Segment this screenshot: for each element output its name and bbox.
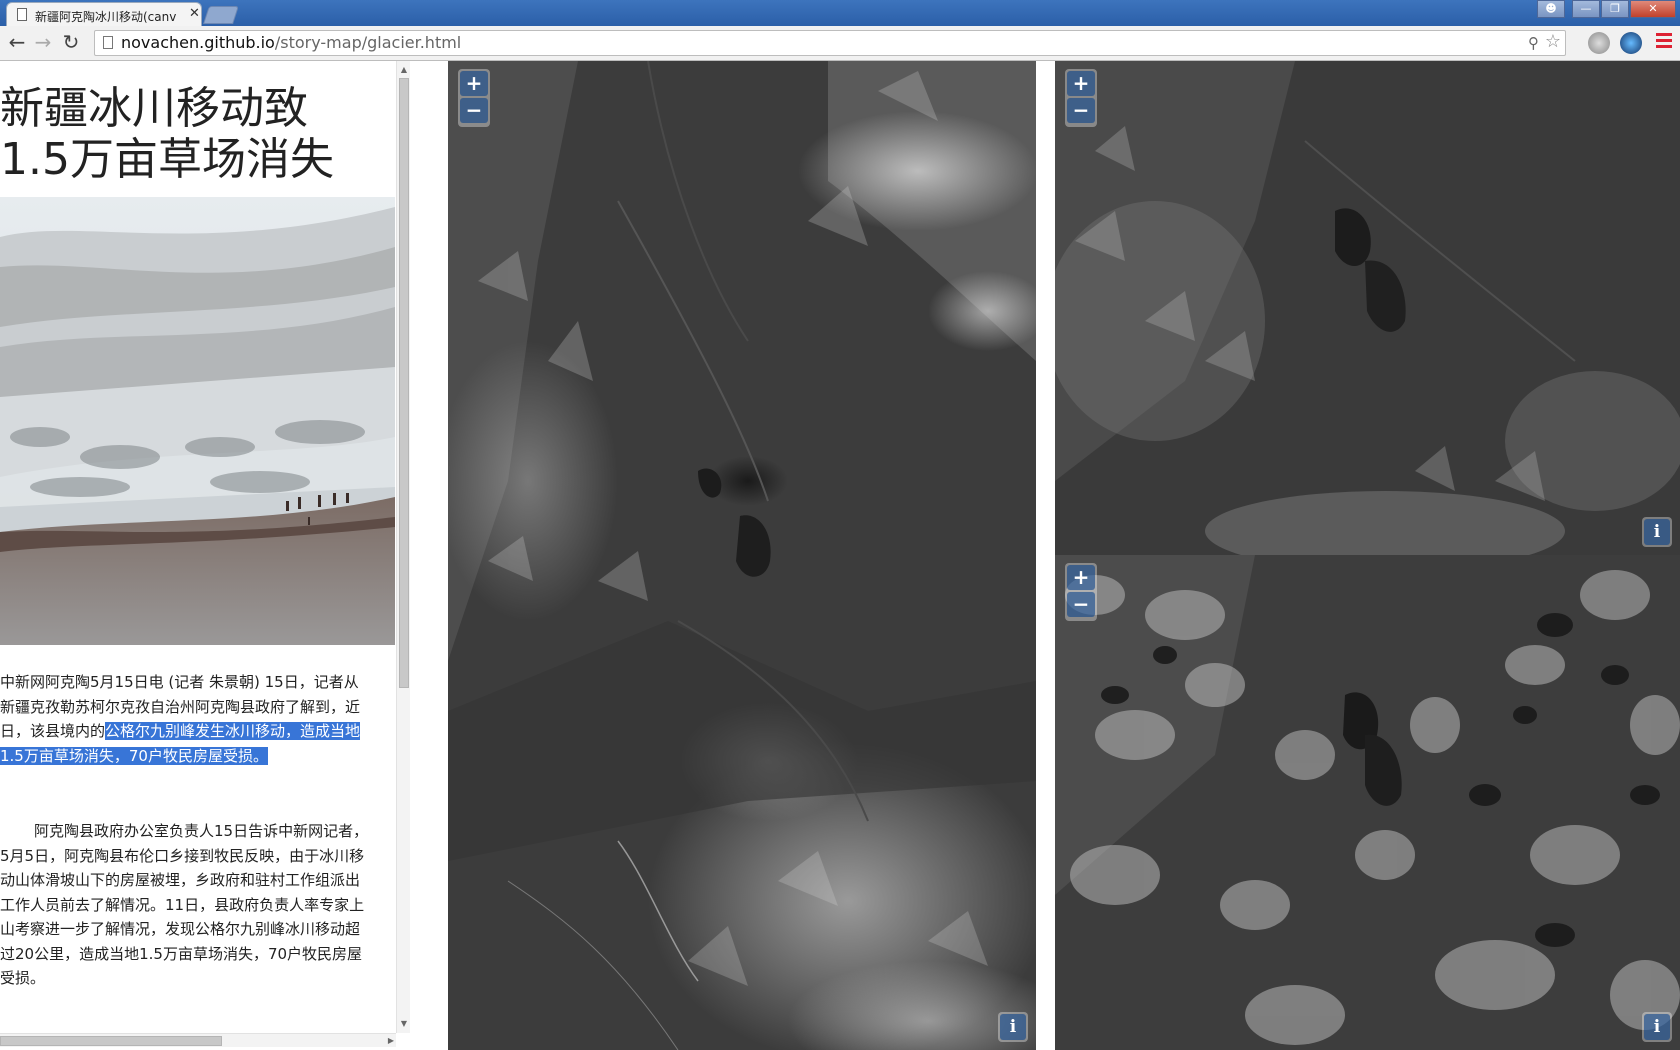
zoom-out-button[interactable]: − <box>460 98 488 123</box>
satellite-imagery <box>448 61 1036 1050</box>
zoom-control: + − <box>1065 69 1097 127</box>
satellite-imagery <box>1055 61 1680 555</box>
glacier-photo <box>0 197 395 645</box>
zoom-control: + − <box>458 69 490 127</box>
info-icon: i <box>1000 1014 1026 1040</box>
story-panel: 新疆冰川移动致 1.5万亩草场消失 中新网阿克陶5月15日电 (记者 朱景朝) … <box>0 61 396 1050</box>
story-paragraph-2: 阿克陶县政府办公室负责人15日告诉中新网记者，5月5日，阿克陶县布伦口乡接到牧民… <box>0 822 369 987</box>
forward-icon[interactable]: → <box>32 32 54 54</box>
scroll-up-icon[interactable]: ▲ <box>397 63 411 77</box>
bottom-right-satellite-map[interactable]: + − i <box>1055 555 1680 1050</box>
page-content: 新疆冰川移动致 1.5万亩草场消失 中新网阿克陶5月15日电 (记者 朱景朝) … <box>0 61 1680 1050</box>
top-right-satellite-map[interactable]: + − i <box>1055 61 1680 555</box>
zoom-icon[interactable]: ⚲ <box>1528 31 1539 55</box>
story-horizontal-scrollbar[interactable]: ▶ <box>0 1033 396 1047</box>
tab-title: 新疆阿克陶冰川移动(canv <box>35 10 177 24</box>
browser-toolbar: ← → ↻ novachen.github.io/story-map/glaci… <box>0 26 1680 61</box>
address-bar[interactable]: novachen.github.io/story-map/glacier.htm… <box>94 30 1566 56</box>
zoom-control: + − <box>1065 563 1097 621</box>
menu-icon[interactable] <box>1656 33 1672 53</box>
user-icon[interactable]: ☻ <box>1537 0 1565 18</box>
satellite-imagery <box>1055 555 1680 1050</box>
page-icon <box>17 8 27 21</box>
extension-earth-icon[interactable] <box>1620 32 1642 54</box>
zoom-out-button[interactable]: − <box>1067 592 1095 617</box>
info-icon: i <box>1644 1014 1670 1040</box>
zoom-in-button[interactable]: + <box>460 71 488 96</box>
extension-globe-icon[interactable] <box>1588 32 1610 54</box>
window-controls: ☻ — ❐ ✕ <box>1536 0 1676 20</box>
scrollbar-thumb[interactable] <box>399 78 409 688</box>
zoom-in-button[interactable]: + <box>1067 565 1095 590</box>
story-title-line1: 新疆冰川移动致 <box>0 83 308 134</box>
story-paragraph-1: 中新网阿克陶5月15日电 (记者 朱景朝) 15日，记者从新疆克孜勒苏柯尔克孜自… <box>0 670 372 768</box>
back-icon[interactable]: ← <box>6 32 28 54</box>
url-text: novachen.github.io/story-map/glacier.htm… <box>121 31 461 55</box>
close-icon[interactable]: ✕ <box>1630 0 1676 18</box>
main-satellite-map[interactable]: + − i <box>448 61 1036 1050</box>
url-path: /story-map/glacier.html <box>274 33 462 52</box>
info-icon: i <box>1644 519 1670 545</box>
reload-icon[interactable]: ↻ <box>60 32 82 54</box>
browser-tab[interactable]: 新疆阿克陶冰川移动(canv ✕ <box>6 2 202 26</box>
url-host: novachen.github.io <box>121 33 275 52</box>
browser-titlebar: 新疆阿克陶冰川移动(canv ✕ ☻ — ❐ ✕ <box>0 0 1680 26</box>
story-vertical-scrollbar[interactable]: ▲ ▼ <box>396 61 410 1033</box>
new-tab-button[interactable] <box>203 6 239 24</box>
scroll-down-icon[interactable]: ▼ <box>397 1017 411 1031</box>
minimize-icon[interactable]: — <box>1572 0 1600 18</box>
attribution-button[interactable]: i <box>1642 517 1672 547</box>
zoom-in-button[interactable]: + <box>1067 71 1095 96</box>
zoom-out-button[interactable]: − <box>1067 98 1095 123</box>
bookmark-star-icon[interactable]: ☆ <box>1545 30 1561 54</box>
tab-close-icon[interactable]: ✕ <box>189 6 200 21</box>
attribution-button[interactable]: i <box>1642 1012 1672 1042</box>
scrollbar-thumb[interactable] <box>0 1036 222 1046</box>
scroll-right-icon[interactable]: ▶ <box>388 1034 394 1048</box>
attribution-button[interactable]: i <box>998 1012 1028 1042</box>
story-title-line2: 1.5万亩草场消失 <box>0 134 334 185</box>
page-icon <box>103 36 113 49</box>
restore-icon[interactable]: ❐ <box>1601 0 1629 18</box>
story-title: 新疆冰川移动致 1.5万亩草场消失 <box>0 83 380 185</box>
